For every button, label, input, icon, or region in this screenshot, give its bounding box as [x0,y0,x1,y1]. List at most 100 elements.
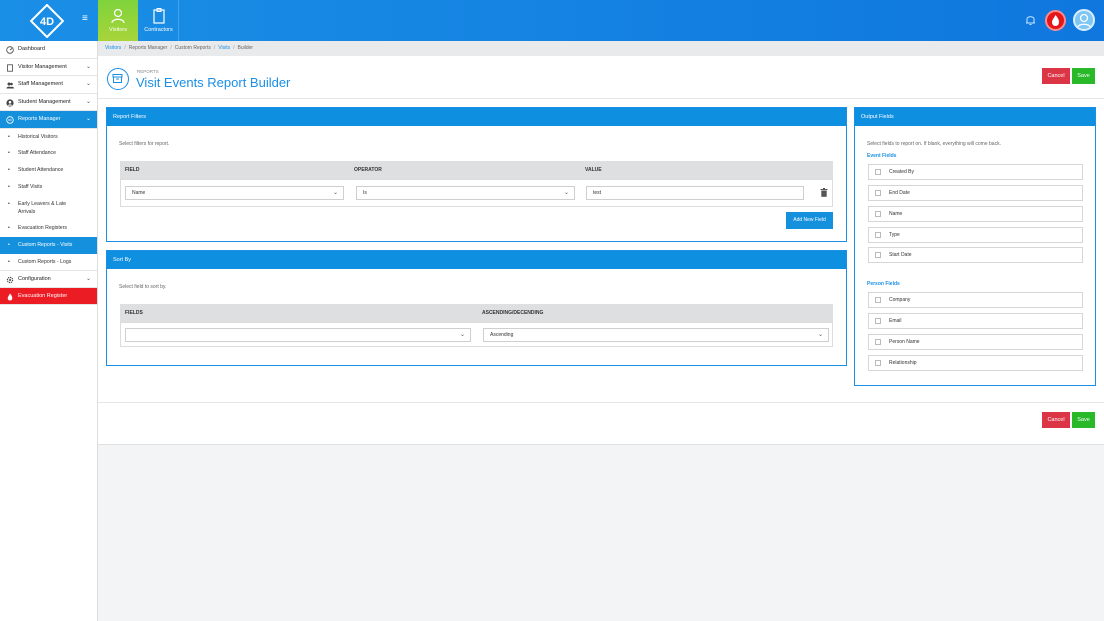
output-field-label: Company [889,297,911,303]
nav-contractors-label: Contractors [144,27,173,33]
sidebar-item-label: Dashboard [18,46,45,52]
value-input[interactable]: test [586,186,804,200]
sort-row: ⌄ Ascending ⌄ [120,322,833,347]
bullet-icon: • [8,225,10,232]
checkbox[interactable] [875,211,881,217]
save-button[interactable]: Save [1072,68,1095,84]
sidebar-item-label: Configuration [18,276,51,283]
chevron-down-icon: ⌄ [459,332,465,338]
breadcrumb: Visitors / Reports Manager / Custom Reports /… [98,41,1104,56]
sort-hint: Select field to sort by. [119,284,167,290]
sort-order-select[interactable]: Ascending ⌄ [483,328,829,342]
archive-icon [112,74,123,83]
checkbox[interactable] [875,232,881,238]
output-field-company[interactable]: Company [868,292,1083,308]
bullet-icon: • [8,183,10,190]
column-header: FIELDS [125,310,143,316]
4d-logo[interactable]: 4D [30,4,64,38]
page-subtitle: REPORTS [137,69,159,74]
breadcrumb-visitors[interactable]: Visitors [105,45,121,51]
sidebar-item-staff-management[interactable]: Staff Management ⌄ [0,76,97,94]
sidebar-item-configuration[interactable]: Configuration ⌄ [0,270,97,288]
sidebar-subitem-label: Custom Reports - Visits [18,241,73,248]
sort-table-header: FIELDS ASCENDING/DECENDING [120,304,833,322]
evacuation-alert-button[interactable] [1045,10,1066,31]
sidebar-item-reports-manager[interactable]: Reports Manager ⌄ [0,111,97,129]
bullet-icon: • [8,166,10,173]
report-filters-panel: Report Filters Select filters for report… [106,107,847,242]
checkbox[interactable] [875,360,881,366]
trash-icon[interactable] [820,188,828,197]
sidebar-subitem-label: Custom Reports - Logs [18,258,72,265]
checkbox[interactable] [875,318,881,324]
gear-icon [6,277,14,284]
checkbox[interactable] [875,339,881,345]
output-field-created-by[interactable]: Created By [868,164,1083,180]
sidebar-subitem-label: Staff Visits [18,183,43,190]
breadcrumb-separator: / [124,45,126,51]
chevron-down-icon: ⌄ [332,190,338,196]
output-field-person-name[interactable]: Person Name [868,334,1083,350]
page-title: Visit Events Report Builder [136,75,291,90]
field-select[interactable]: Name ⌄ [125,186,344,200]
bullet-icon: • [8,150,10,157]
operator-select[interactable]: Is ⌄ [356,186,575,200]
menu-toggle-icon[interactable]: ≡ [82,14,92,24]
checkbox[interactable] [875,297,881,303]
operator-select-value: Is [363,190,367,196]
panel-title: Sort By [107,251,846,269]
checkbox[interactable] [875,190,881,196]
sidebar-subitem-label: Evacuation Registers [18,225,68,232]
flame-icon [7,293,13,301]
sidebar-subitem-custom-reports-visits[interactable]: • Custom Reports - Visits [0,236,97,254]
sidebar-item-evacuation-register[interactable]: Evacuation Register [0,287,97,305]
footer-cancel-button[interactable]: Cancel [1042,412,1070,428]
sidebar-subitem-custom-reports-logs[interactable]: • Custom Reports - Logs [0,254,97,271]
bell-icon[interactable] [1025,14,1036,26]
output-hint: Select fields to report on. If blank, ev… [867,141,1001,147]
nav-visitors[interactable]: Visitors [98,0,138,41]
output-field-name[interactable]: Name [868,206,1083,222]
sidebar-subitem-historical-visitors[interactable]: • Historical Visitors [0,129,97,146]
add-new-field-button[interactable]: Add New Field [786,212,833,229]
output-field-label: Person Name [889,339,920,345]
sidebar-subitem-label: Historical Visitors [18,133,58,140]
sidebar-item-student-management[interactable]: Student Management ⌄ [0,94,97,111]
cancel-button[interactable]: Cancel [1042,68,1070,84]
output-field-relationship[interactable]: Relationship [868,355,1083,371]
person-icon [6,98,14,107]
filter-row: Name ⌄ Is ⌄ test [120,179,833,207]
sidebar-subitem-evacuation-registers[interactable]: • Evacuation Registers [0,220,97,237]
checkbox[interactable] [875,252,881,258]
breadcrumb-visits[interactable]: Visits [218,45,230,51]
output-field-email[interactable]: Email [868,313,1083,329]
sidebar-item-visitor-management[interactable]: Visitor Management ⌄ [0,59,97,76]
chevron-down-icon: ⌄ [563,190,569,196]
sidebar-item-label: Visitor Management [18,63,67,70]
breadcrumb-builder: Builder [237,45,254,51]
output-field-type[interactable]: Type [868,227,1083,243]
breadcrumb-reports-manager[interactable]: Reports Manager [129,45,168,51]
nav-contractors[interactable]: Contractors [139,0,179,41]
output-field-start-date[interactable]: Start Date [868,247,1083,263]
chevron-down-icon: ⌄ [817,332,823,338]
sidebar-item-dashboard[interactable]: Dashboard [0,41,97,59]
sidebar-subitem-label: Staff Attendance [18,150,56,157]
breadcrumb-separator: / [233,45,235,51]
bullet-icon: • [8,201,10,208]
checkbox[interactable] [875,169,881,175]
sidebar: Dashboard Visitor Management ⌄ Staff Man… [0,41,98,621]
breadcrumb-custom-reports[interactable]: Custom Reports [175,45,211,51]
sidebar-subitem-staff-visits[interactable]: • Staff Visits [0,179,97,196]
chevron-down-icon: ⌄ [85,116,91,122]
output-field-end-date[interactable]: End Date [868,185,1083,201]
filters-hint: Select filters for report. [119,141,170,147]
sort-field-select[interactable]: ⌄ [125,328,471,342]
user-avatar[interactable] [1073,9,1095,31]
sidebar-subitem-early-leavers[interactable]: • Early Leavers & Late Arrivals [0,195,97,220]
footer-save-button[interactable]: Save [1072,412,1095,428]
sidebar-subitem-student-attendance[interactable]: • Student Attendance [0,162,97,179]
visitor-icon [111,8,125,24]
sidebar-subitem-staff-attendance[interactable]: • Staff Attendance [0,145,97,162]
output-field-label: End Date [889,190,910,196]
